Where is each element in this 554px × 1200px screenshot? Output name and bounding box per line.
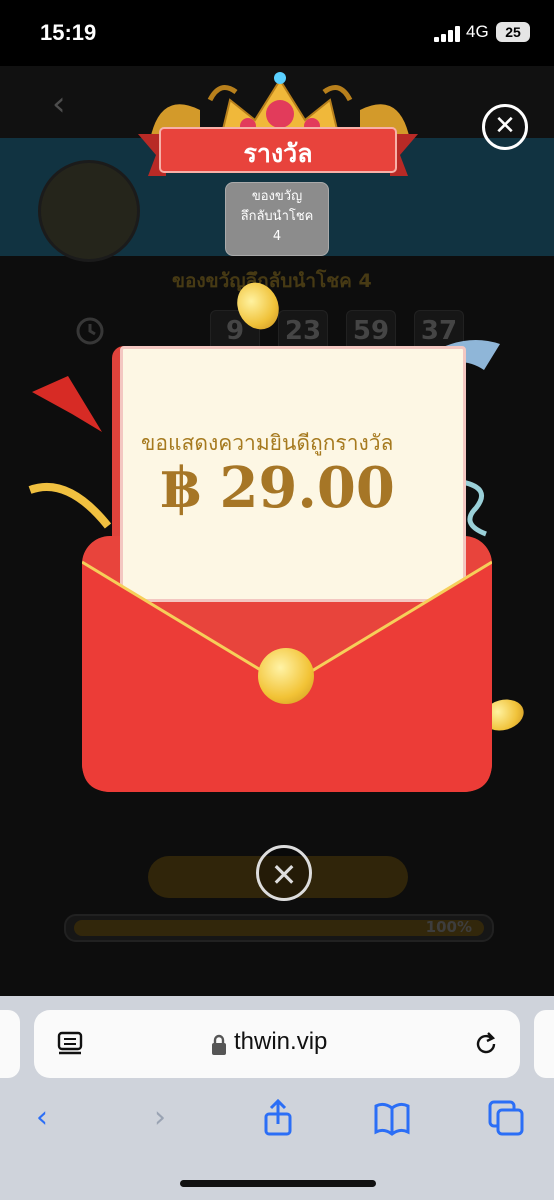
gift-badge-line3: 4 xyxy=(272,229,282,244)
close-icon[interactable]: ✕ xyxy=(482,104,528,150)
tab-peek-right[interactable] xyxy=(534,1010,554,1078)
battery-indicator: 25 xyxy=(496,22,530,42)
cell-signal-icon xyxy=(434,26,460,42)
lock-icon xyxy=(212,1034,226,1055)
gift-badge-line2: ลึกลับนำโชค xyxy=(240,209,314,224)
reader-icon[interactable] xyxy=(56,1030,84,1058)
reload-icon[interactable] xyxy=(472,1030,500,1058)
tabs-icon[interactable] xyxy=(486,1098,526,1138)
status-time: 15:19 xyxy=(40,20,97,45)
forward-nav-icon[interactable]: › xyxy=(140,1098,180,1138)
network-label: 4G xyxy=(466,22,489,41)
bookmarks-icon[interactable] xyxy=(372,1098,412,1138)
envelope-seal xyxy=(258,648,314,704)
title-ribbon-text: รางวัล xyxy=(138,126,418,184)
status-bar: 15:19 4G 25 xyxy=(0,0,554,66)
share-icon[interactable] xyxy=(258,1098,298,1138)
address-bar[interactable]: thwin.vip xyxy=(34,1010,520,1078)
back-nav-icon[interactable]: ‹ xyxy=(22,1098,62,1138)
reward-title: รางวัล xyxy=(243,139,313,168)
home-indicator xyxy=(180,1180,376,1187)
url-text: thwin.vip xyxy=(234,1028,328,1055)
prize-amount: ฿ 29.00 xyxy=(161,455,395,521)
close-icon[interactable]: ✕ xyxy=(256,845,312,901)
gift-badge: ของขวัญ ลึกลับนำโชค 4 xyxy=(225,182,329,256)
gift-badge-line1: ของขวัญ xyxy=(251,189,303,204)
tab-peek-left[interactable] xyxy=(0,1010,20,1078)
